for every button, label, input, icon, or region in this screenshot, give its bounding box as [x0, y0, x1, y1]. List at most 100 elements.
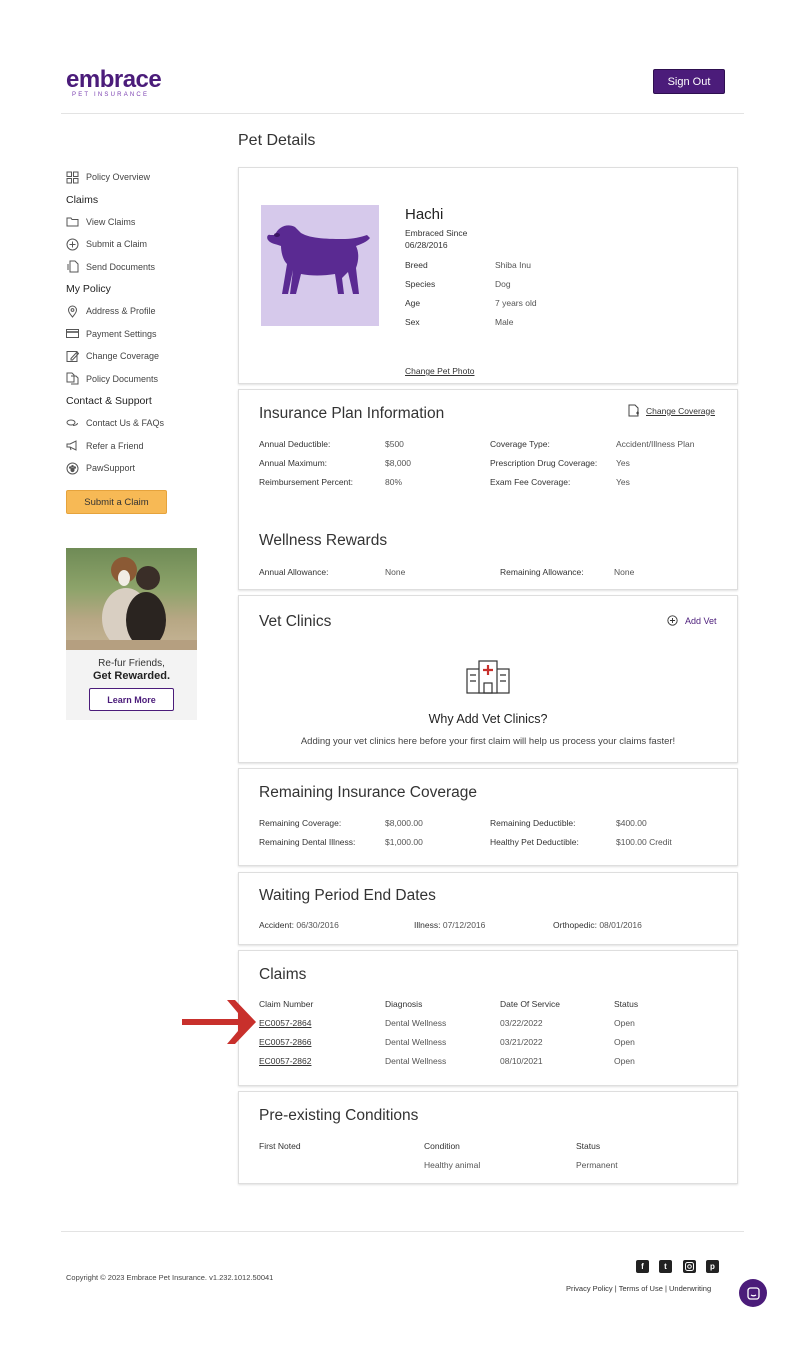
sidebar-item-label: Submit a Claim [86, 239, 148, 250]
sidebar-item-pawsupport[interactable]: PawSupport [66, 457, 226, 480]
embraced-since-date: 06/28/2016 [405, 240, 448, 250]
preexisting-header-status: Status [576, 1141, 601, 1151]
facebook-icon[interactable]: f [636, 1260, 649, 1273]
claims-header-status: Status [614, 999, 639, 1009]
remaining-dental-label: Remaining Dental Illness: [259, 837, 356, 847]
referral-promo: Re-fur Friends, Get Rewarded. Learn More [66, 548, 197, 720]
claim-date: 03/22/2022 [500, 1018, 543, 1028]
claim-diagnosis: Dental Wellness [385, 1037, 447, 1047]
waiting-period-title: Waiting Period End Dates [259, 887, 436, 904]
sex-value: Male [495, 317, 514, 327]
embraced-since-label: Embraced Since [405, 228, 468, 238]
sidebar-item-label: View Claims [86, 216, 136, 227]
instagram-icon[interactable] [683, 1260, 696, 1273]
age-label: Age [405, 298, 421, 308]
submit-claim-button[interactable]: Submit a Claim [66, 490, 167, 514]
red-arrow-annotation [180, 998, 258, 1051]
claim-diagnosis: Dental Wellness [385, 1056, 447, 1066]
exam-fee-label: Exam Fee Coverage: [490, 477, 571, 487]
credit-card-icon [66, 329, 79, 339]
sign-out-button[interactable]: Sign Out [653, 69, 725, 94]
claims-card: Claims Claim Number Diagnosis Date Of Se… [238, 950, 738, 1086]
megaphone-icon [66, 440, 77, 452]
sidebar-section-claims: Claims [66, 193, 99, 206]
change-coverage-label: Change Coverage [646, 405, 715, 416]
add-vet-label: Add Vet [685, 615, 717, 626]
pet-name: Hachi [405, 206, 444, 223]
sidebar-item-label: Send Documents [86, 261, 156, 272]
chat-launcher-button[interactable] [739, 1279, 767, 1307]
terms-of-use-link[interactable]: Terms of Use [619, 1284, 663, 1293]
chat-icon [746, 1286, 760, 1300]
sidebar-section-my-policy: My Policy [66, 283, 111, 295]
header-divider [61, 113, 744, 114]
claim-number-link[interactable]: EC0057-2866 [259, 1037, 311, 1047]
pinterest-icon[interactable]: p [706, 1260, 719, 1273]
add-vet-button[interactable]: Add Vet [667, 615, 717, 626]
sidebar-item-contact-faqs[interactable]: Contact Us & FAQs [66, 412, 226, 435]
pet-photo [261, 205, 379, 326]
annual-deductible-value: $500 [385, 439, 404, 449]
twitter-icon[interactable]: t [659, 1260, 672, 1273]
learn-more-button[interactable]: Learn More [89, 688, 174, 711]
accident-label: Accident: [259, 920, 294, 930]
location-pin-icon [67, 305, 78, 318]
sidebar-item-address-profile[interactable]: Address & Profile [66, 300, 226, 323]
sidebar-item-policy-documents[interactable]: Policy Documents [66, 368, 226, 391]
annual-deductible-label: Annual Deductible: [259, 439, 331, 449]
claim-status: Open [614, 1037, 635, 1047]
chat-bubbles-icon [66, 419, 78, 426]
documents-icon [66, 372, 79, 385]
exam-fee-value: Yes [616, 477, 630, 487]
sidebar-item-label: Change Coverage [86, 351, 160, 362]
privacy-policy-link[interactable]: Privacy Policy [566, 1284, 613, 1293]
illness-value: 07/12/2016 [442, 920, 486, 930]
change-coverage-link[interactable]: Change Coverage [627, 404, 715, 417]
illness-label: Illness: [414, 920, 441, 930]
copyright-text: Copyright © 2023 Embrace Pet Insurance. … [66, 1273, 274, 1282]
sidebar-item-label: Policy Documents [86, 373, 159, 384]
sidebar-item-payment-settings[interactable]: Payment Settings [66, 323, 226, 346]
embrace-logo[interactable]: embrace PET INSURANCE [66, 68, 162, 99]
folder-icon [66, 217, 79, 227]
why-add-vet-heading: Why Add Vet Clinics? [428, 712, 548, 726]
document-edit-icon [628, 404, 639, 417]
wellness-title: Wellness Rewards [259, 532, 388, 549]
sidebar-item-change-coverage[interactable]: Change Coverage [66, 345, 226, 368]
claim-status: Open [614, 1018, 635, 1028]
waiting-accident: Accident: 06/30/2016 [259, 920, 339, 930]
healthy-pet-value: $100.00 Credit [616, 837, 672, 847]
remaining-dental-value: $1,000.00 [385, 837, 423, 847]
vet-clinics-title: Vet Clinics [259, 613, 332, 630]
claim-number-link[interactable]: EC0057-2864 [259, 1018, 311, 1028]
change-pet-photo-link[interactable]: Change Pet Photo [405, 366, 474, 376]
document-icon [67, 260, 79, 273]
claim-date: 08/10/2021 [500, 1056, 543, 1066]
sidebar-item-label: PawSupport [86, 463, 136, 474]
healthy-pet-label: Healthy Pet Deductible: [490, 837, 579, 847]
promo-line1: Re-fur Friends, [98, 658, 165, 669]
sidebar-item-policy-overview[interactable]: Policy Overview [66, 166, 226, 189]
species-label: Species [405, 279, 436, 289]
sidebar-item-label: Policy Overview [86, 172, 151, 183]
insurance-plan-card: Insurance Plan Information Change Covera… [238, 389, 738, 590]
prescription-label: Prescription Drug Coverage: [490, 458, 598, 468]
sidebar-item-view-claims[interactable]: View Claims [66, 211, 226, 234]
remaining-deductible-label: Remaining Deductible: [490, 818, 576, 828]
remaining-coverage-card: Remaining Insurance Coverage Remaining C… [238, 768, 738, 866]
remaining-allowance-value: None [614, 567, 635, 577]
footer-divider [61, 1231, 744, 1232]
annual-allowance-label: Annual Allowance: [259, 567, 329, 577]
reimbursement-value: 80% [385, 477, 403, 487]
species-value: Dog [495, 279, 511, 289]
claim-status: Open [614, 1056, 635, 1066]
sidebar-item-refer-friend[interactable]: Refer a Friend [66, 435, 226, 458]
waiting-illness: Illness: 07/12/2016 [414, 920, 485, 930]
sidebar-item-send-documents[interactable]: Send Documents [66, 256, 226, 279]
preexisting-header-condition: Condition [424, 1141, 460, 1151]
sidebar-item-submit-claim[interactable]: Submit a Claim [66, 233, 226, 256]
preexisting-status: Permanent [576, 1160, 618, 1170]
claims-header-number: Claim Number [259, 999, 314, 1009]
underwriting-link[interactable]: Underwriting [669, 1284, 711, 1293]
claim-number-link[interactable]: EC0057-2862 [259, 1056, 311, 1066]
